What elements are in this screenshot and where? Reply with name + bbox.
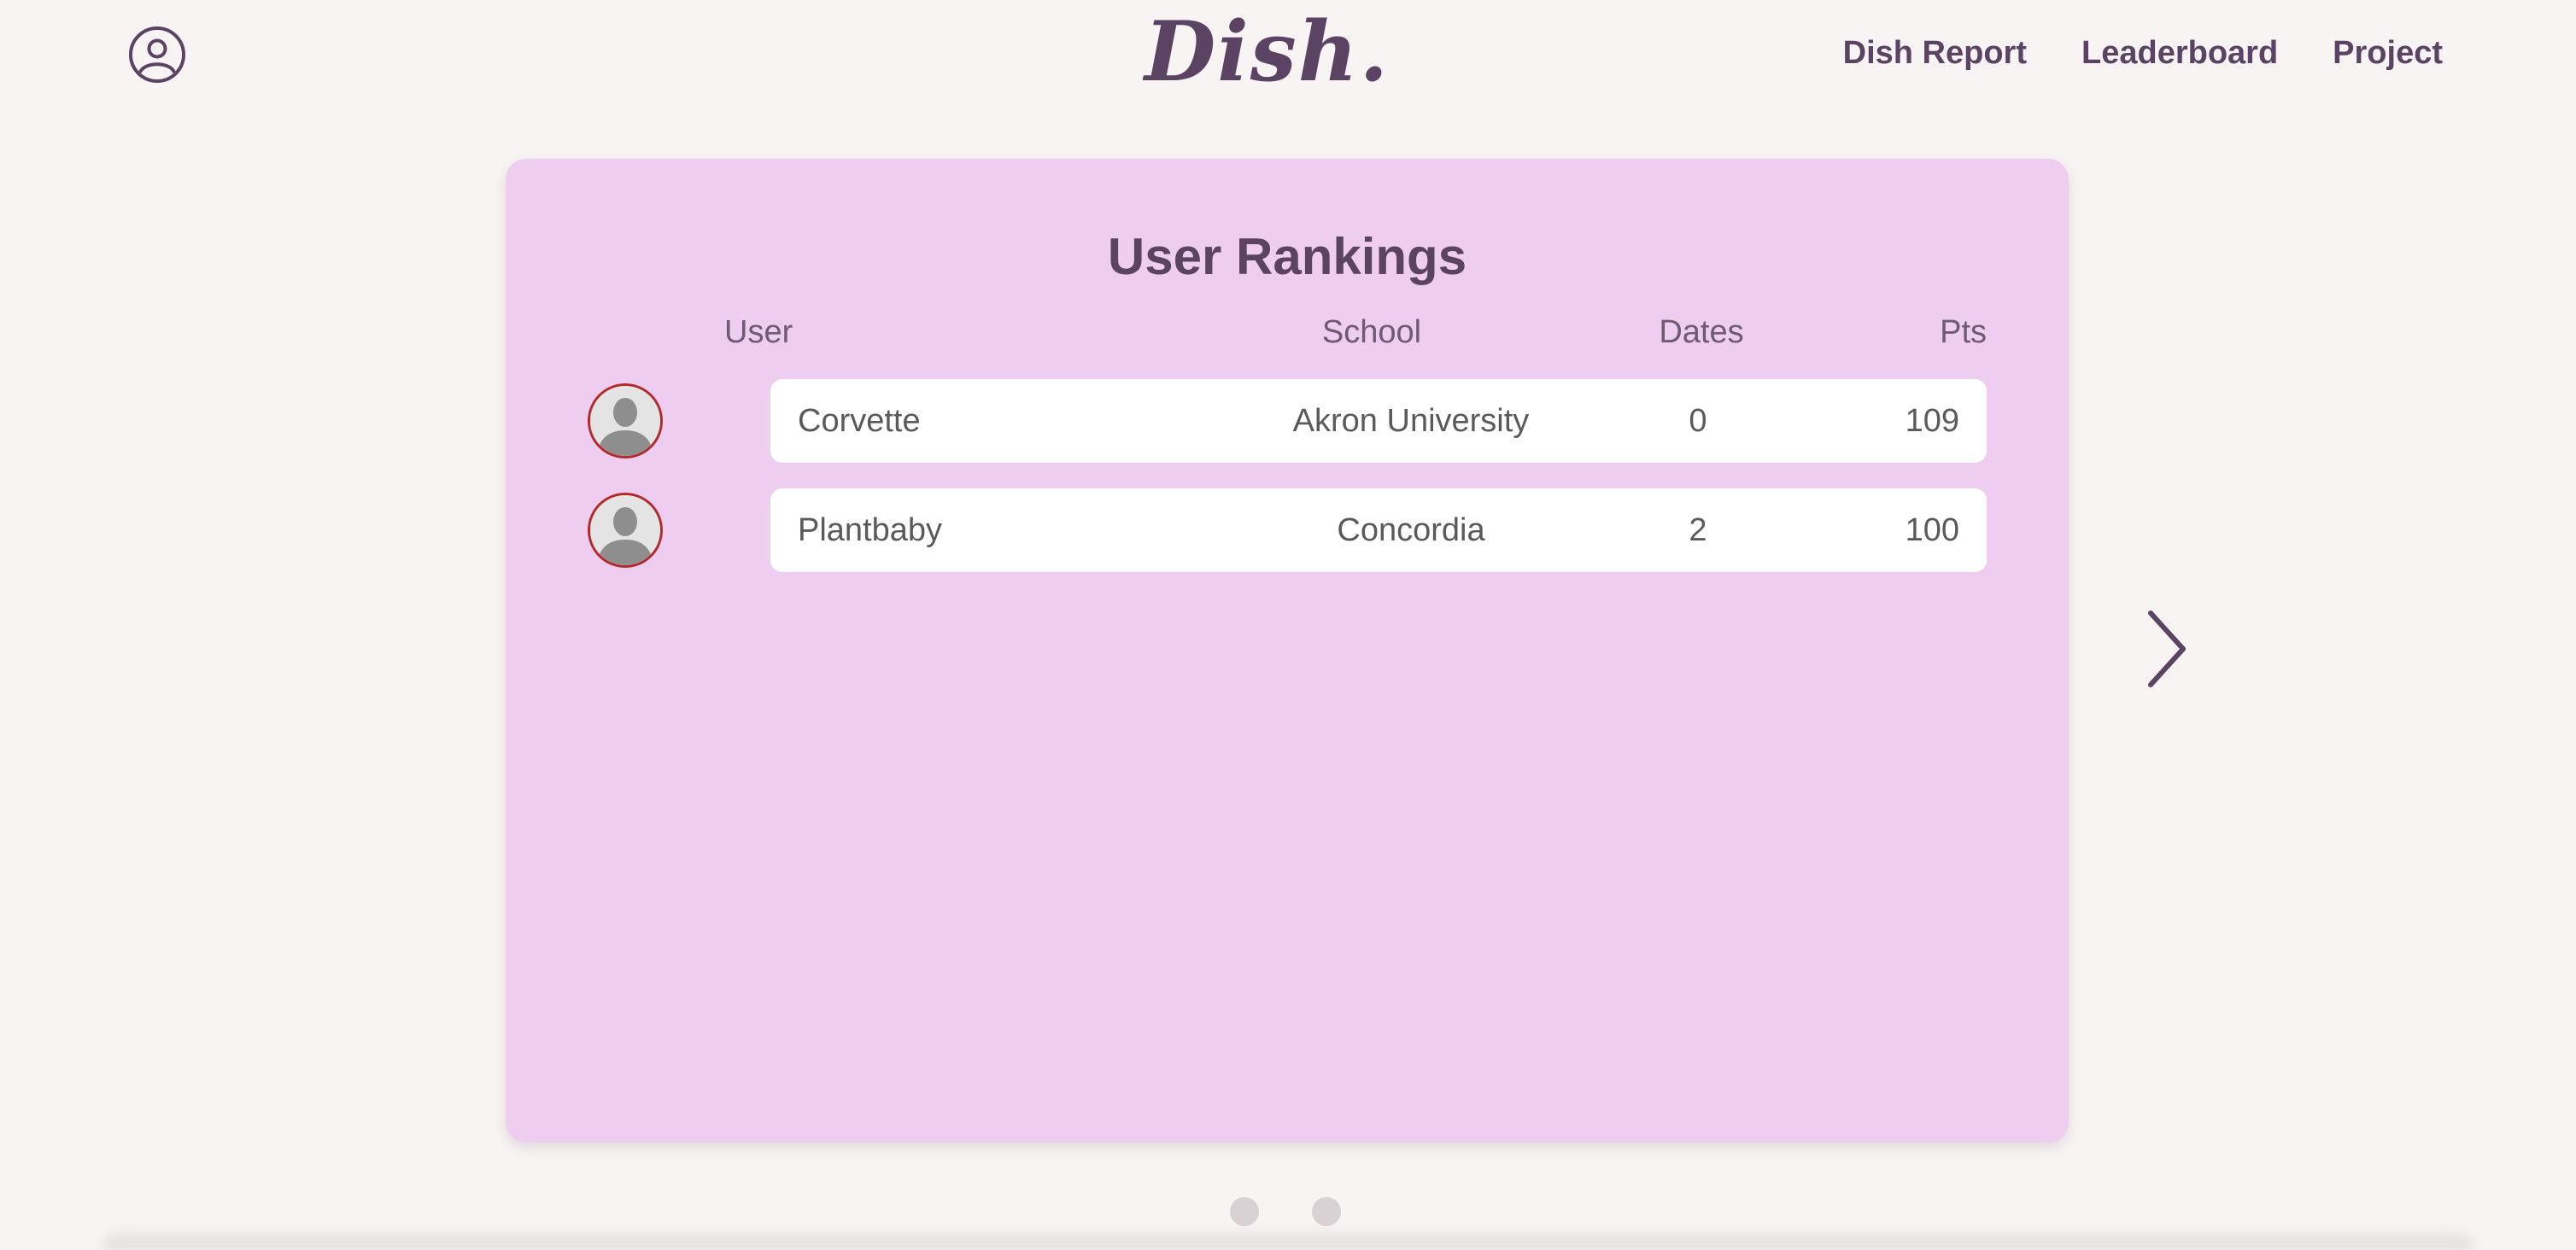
ranking-row[interactable]: Plantbaby Concordia 2 100 <box>588 488 1987 572</box>
nav-project[interactable]: Project <box>2333 35 2443 72</box>
cell-dates: 2 <box>1689 512 1707 548</box>
cell-dates: 0 <box>1689 403 1707 439</box>
top-header: Dish. Dish Report Leaderboard Project <box>0 0 2576 111</box>
carousel-pagination <box>1230 1197 1341 1226</box>
carousel-dot-2[interactable] <box>1312 1197 1341 1226</box>
bottom-shadow <box>102 1226 2474 1250</box>
user-circle-icon <box>129 26 185 83</box>
cell-user: Corvette <box>798 403 921 439</box>
ranking-row-box: Plantbaby Concordia 2 100 <box>770 488 1987 572</box>
cell-pts: 109 <box>1905 403 1959 439</box>
main-nav: Dish Report Leaderboard Project <box>1843 26 2443 80</box>
nav-leaderboard[interactable]: Leaderboard <box>2081 35 2278 72</box>
ranking-row[interactable]: Corvette Akron University 0 109 <box>588 379 1987 463</box>
app-logo[interactable]: Dish. <box>1145 0 1388 104</box>
cell-pts: 100 <box>1905 512 1959 548</box>
column-header-user: User <box>724 314 793 350</box>
chevron-right-icon <box>2148 610 2186 687</box>
cell-school: Akron University <box>1292 403 1530 439</box>
default-avatar-icon <box>590 495 660 565</box>
ranking-row-box: Corvette Akron University 0 109 <box>770 379 1987 463</box>
profile-button[interactable] <box>128 26 186 84</box>
carousel-dot-1[interactable] <box>1230 1197 1259 1226</box>
cell-user: Plantbaby <box>798 512 943 548</box>
next-slide-button[interactable] <box>2140 606 2192 692</box>
avatar <box>588 493 663 568</box>
column-header-dates: Dates <box>1659 314 1744 350</box>
column-header-pts: Pts <box>1940 314 1987 350</box>
column-header-school: School <box>1321 314 1422 350</box>
nav-dish-report[interactable]: Dish Report <box>1843 35 2027 72</box>
avatar <box>588 383 663 459</box>
rankings-card: User Rankings User School Dates Pts Corv… <box>506 159 2069 1142</box>
card-title: User Rankings <box>1107 228 1467 285</box>
default-avatar-icon <box>590 386 660 456</box>
cell-school: Concordia <box>1337 512 1485 548</box>
